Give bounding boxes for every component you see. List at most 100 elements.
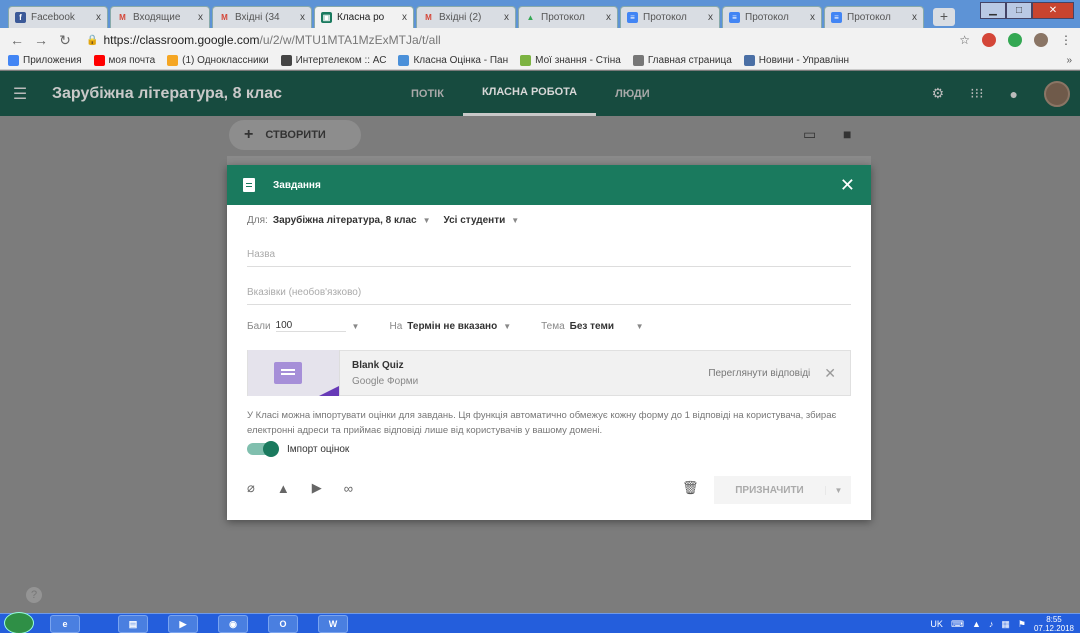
chevron-down-icon[interactable]: ▼ — [352, 322, 360, 331]
media-player-icon[interactable]: ▶ — [168, 615, 198, 633]
url-field[interactable]: 🔒 https://classroom.google.com/u/2/w/MTU… — [86, 33, 959, 47]
remove-attachment-icon[interactable]: ✕ — [824, 365, 836, 382]
bookmark-label: (1) Одноклассники — [182, 55, 269, 66]
view-responses-link[interactable]: Переглянути відповіді — [708, 368, 810, 379]
extension-check-icon[interactable] — [1008, 33, 1022, 47]
calendar-icon[interactable]: ▭ — [803, 126, 816, 143]
tab-label: Протокол — [745, 12, 789, 23]
topic-select[interactable]: Без теми — [570, 321, 630, 332]
clock-date: 07.12.2018 — [1033, 624, 1074, 633]
due-select[interactable]: Термін не вказано — [407, 321, 497, 332]
close-tab-icon[interactable]: x — [912, 12, 917, 23]
close-tab-icon[interactable]: x — [198, 12, 203, 23]
close-window-icon[interactable]: ✕ — [1032, 2, 1074, 19]
network-icon[interactable]: ▦ — [1001, 619, 1010, 630]
minimize-icon[interactable]: ▁ — [980, 2, 1006, 19]
apps-grid-icon[interactable]: ⁝⁝⁝ — [970, 85, 983, 102]
chevron-down-icon[interactable]: ▼ — [423, 216, 431, 225]
browser-menu-icon[interactable]: ⋮ — [1060, 33, 1072, 47]
title-field[interactable]: Назва — [247, 249, 851, 267]
extension-icon[interactable] — [982, 33, 996, 47]
close-tab-icon[interactable]: x — [300, 12, 305, 23]
import-grades-toggle[interactable] — [247, 441, 279, 457]
folder-icon[interactable]: ■ — [843, 126, 851, 142]
bookmark-label: Приложения — [23, 55, 82, 66]
keyboard-icon[interactable]: ⌨ — [951, 619, 964, 630]
bookmarks-more-icon[interactable]: » — [1066, 55, 1072, 66]
url-host: https://classroom.google.com — [103, 33, 260, 47]
start-button[interactable] — [4, 612, 34, 633]
bookmark-intertelecom[interactable]: Интертелеком :: АС — [280, 55, 386, 66]
chevron-down-icon[interactable]: ▼ — [825, 485, 851, 495]
windows-taskbar: e ▤ ▶ ◉ O W UK ⌨ ▲ ♪ ▦ ⚑ 8:55 07.12.2018 — [0, 612, 1080, 633]
youtube-icon[interactable]: ▶ — [312, 480, 322, 496]
tab-stream[interactable]: ПОТІК — [392, 71, 463, 116]
browser-tab-inbox-2[interactable]: M Вхідні (2) x — [416, 6, 516, 28]
tab-people[interactable]: ЛЮДИ — [596, 71, 669, 116]
bookmark-klasna-ocinka[interactable]: Класна Оцінка - Пан — [398, 55, 508, 66]
bookmark-star-icon[interactable]: ☆ — [959, 33, 970, 47]
volume-icon[interactable]: ♪ — [989, 619, 994, 629]
internet-explorer-icon[interactable]: e — [50, 615, 80, 633]
new-tab-button[interactable]: + — [933, 8, 955, 26]
tray-expand-icon[interactable]: ▲ — [972, 619, 981, 629]
chevron-down-icon[interactable]: ▼ — [511, 216, 519, 225]
students-select[interactable]: Усі студенти — [444, 215, 506, 226]
menu-icon[interactable]: ☰ — [0, 84, 40, 104]
browser-tab-protocol-drive[interactable]: ▲ Протокол x — [518, 6, 618, 28]
create-label: СТВОРИТИ — [265, 129, 326, 141]
file-explorer-icon[interactable]: ▤ — [118, 615, 148, 633]
google-drive-icon[interactable]: ▲ — [277, 481, 290, 496]
bookmark-mail[interactable]: моя почта — [93, 55, 155, 66]
bookmark-news[interactable]: Новини - Управлінн — [743, 55, 849, 66]
chevron-down-icon[interactable]: ▼ — [503, 322, 511, 331]
opera-icon[interactable]: O — [268, 615, 298, 633]
paperclip-icon[interactable]: ⌀ — [247, 480, 255, 496]
close-tab-icon[interactable]: x — [402, 12, 407, 23]
browser-tab-protocol-form-3[interactable]: ≡ Протокол x — [824, 6, 924, 28]
bookmark-apps[interactable]: Приложения — [8, 55, 82, 66]
browser-tab-classroom[interactable]: ▣ Класна ро x — [314, 6, 414, 28]
browser-tab-facebook[interactable]: f Facebook x — [8, 6, 108, 28]
link-icon[interactable]: ∞ — [344, 481, 353, 496]
browser-tab-protocol-form-1[interactable]: ≡ Протокол x — [620, 6, 720, 28]
bookmark-main-page[interactable]: Главная страница — [632, 55, 732, 66]
class-select[interactable]: Зарубіжна література, 8 клас — [273, 215, 417, 226]
chevron-down-icon[interactable]: ▼ — [636, 322, 644, 331]
tab-label: Вхідні (2) — [439, 12, 482, 23]
close-tab-icon[interactable]: x — [708, 12, 713, 23]
assignment-icon — [243, 178, 255, 192]
bookmark-ok[interactable]: (1) Одноклассники — [167, 55, 269, 66]
create-button[interactable]: + СТВОРИТИ — [229, 120, 361, 150]
browser-tab-inbox-34[interactable]: M Вхідні (34 x — [212, 6, 312, 28]
action-center-icon[interactable]: ⚑ — [1018, 619, 1026, 630]
forward-icon[interactable]: → — [32, 32, 50, 48]
profile-icon[interactable] — [1034, 33, 1048, 47]
back-icon[interactable]: ← — [8, 32, 26, 48]
language-indicator[interactable]: UK — [930, 619, 943, 629]
reload-icon[interactable]: ↻ — [56, 32, 74, 49]
maximize-icon[interactable]: □ — [1006, 2, 1032, 19]
trash-icon[interactable]: 🗑 — [682, 480, 699, 496]
help-icon[interactable]: ? — [26, 587, 42, 603]
assign-button[interactable]: ПРИЗНАЧИТИ ▼ — [714, 476, 851, 504]
instructions-field[interactable]: Вказівки (необов'язково) — [247, 287, 851, 305]
dialog-header: Завдання ✕ — [227, 165, 871, 205]
close-tab-icon[interactable]: x — [810, 12, 815, 23]
avatar[interactable] — [1044, 80, 1070, 107]
word-icon[interactable]: W — [318, 615, 348, 633]
close-tab-icon[interactable]: x — [96, 12, 101, 23]
points-input[interactable]: 100 — [275, 320, 346, 332]
settings-gear-icon[interactable]: ⚙ — [932, 85, 945, 102]
browser-tab-protocol-form-2[interactable]: ≡ Протокол x — [722, 6, 822, 28]
account-circle-icon[interactable]: ● — [1010, 86, 1018, 102]
bookmark-moi-znannya[interactable]: Мої знання - Стіна — [520, 55, 621, 66]
chrome-icon[interactable]: ◉ — [218, 615, 248, 633]
close-tab-icon[interactable]: x — [606, 12, 611, 23]
browser-tab-inbox[interactable]: M Входящие x — [110, 6, 210, 28]
tab-classwork[interactable]: КЛАСНА РОБОТА — [462, 71, 597, 116]
attachment-card[interactable]: Blank Quiz Google Форми Переглянути відп… — [247, 350, 851, 396]
close-tab-icon[interactable]: x — [504, 12, 509, 23]
clock[interactable]: 8:55 07.12.2018 — [1034, 615, 1074, 633]
close-icon[interactable]: ✕ — [840, 175, 855, 196]
